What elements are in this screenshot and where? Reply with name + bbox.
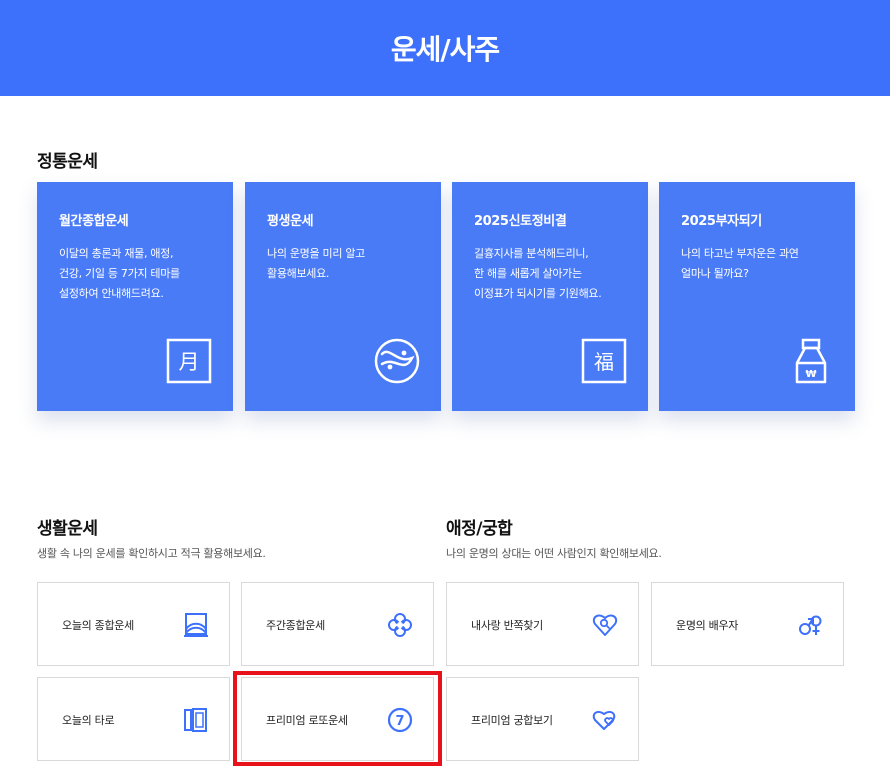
lotto-number-glyph: 7 [395, 714, 404, 729]
item-destined-spouse[interactable]: 운명의 배우자 [651, 582, 844, 666]
landscape-icon [184, 613, 208, 637]
item-label: 주간종합운세 [266, 619, 325, 632]
life-section-title: 생활운세 [37, 519, 98, 539]
traditional-section-title: 정통운세 [37, 152, 98, 172]
card-title: 2025신토정비결 [474, 214, 567, 229]
love-section-desc: 나의 운명의 상대는 어떤 사람인지 확인해보세요. [446, 547, 662, 560]
clover-icon [388, 613, 412, 637]
item-label: 오늘의 타로 [62, 714, 115, 727]
page-title: 운세/사주 [390, 33, 500, 66]
tarot-cards-icon [184, 708, 207, 732]
fortune-char-glyph: 福 [594, 350, 614, 374]
card-lifetime-fortune[interactable]: 평생운세 나의 운명을 미리 알고 활용해보세요. [245, 182, 441, 411]
love-section-title: 애정/궁합 [446, 519, 513, 539]
fortune-char-icon: 福 [581, 338, 627, 384]
item-today-fortune[interactable]: 오늘의 종합운세 [37, 582, 230, 666]
card-title: 평생운세 [267, 214, 314, 229]
card-desc: 이달의 총론과 재물, 애정, 건강, 기일 등 7가지 테마를 설정하여 안내… [59, 247, 180, 300]
yin-yang-icon [374, 338, 420, 384]
money-bag-icon: ₩ [795, 338, 827, 384]
item-today-tarot[interactable]: 오늘의 타로 [37, 677, 230, 761]
item-weekly-fortune[interactable]: 주간종합운세 [241, 582, 434, 666]
card-get-rich[interactable]: 2025부자되기 나의 타고난 부자운은 과연 얼마나 될까요? ₩ [659, 182, 855, 411]
item-label: 운명의 배우자 [676, 619, 739, 632]
card-desc: 나의 운명을 미리 알고 활용해보세요. [267, 247, 365, 280]
page-header: 운세/사주 [0, 0, 890, 96]
card-desc: 길흉지사를 분석해드리니, 한 해를 새롭게 살아가는 이정표가 되시기를 기원… [474, 247, 602, 300]
life-section-desc: 생활 속 나의 운세를 확인하시고 적극 활용해보세요. [37, 547, 266, 560]
card-tojeong[interactable]: 2025신토정비결 길흉지사를 분석해드리니, 한 해를 새롭게 살아가는 이정… [452, 182, 648, 411]
double-heart-icon [592, 710, 616, 730]
item-label: 프리미엄 궁합보기 [471, 714, 553, 727]
card-desc: 나의 타고난 부자운은 과연 얼마나 될까요? [681, 247, 799, 280]
item-find-soulmate[interactable]: 내사랑 반쪽찾기 [446, 582, 639, 666]
item-label: 내사랑 반쪽찾기 [471, 619, 543, 632]
card-title: 월간종합운세 [59, 214, 129, 229]
moon-char-icon: 月 [166, 338, 212, 384]
moon-char-glyph: 月 [179, 350, 200, 374]
item-premium-compatibility[interactable]: 프리미엄 궁합보기 [446, 677, 639, 761]
heart-search-icon [592, 614, 618, 636]
item-label: 프리미엄 로또운세 [266, 714, 348, 727]
lotto-ball-icon: 7 [387, 707, 413, 733]
card-monthly-fortune[interactable]: 월간종합운세 이달의 총론과 재물, 애정, 건강, 기일 등 7가지 테마를 … [37, 182, 233, 411]
item-label: 오늘의 종합운세 [62, 619, 134, 632]
card-title: 2025부자되기 [681, 214, 762, 229]
won-sign-glyph: ₩ [805, 369, 816, 380]
gender-symbols-icon [799, 615, 822, 635]
item-premium-lotto[interactable]: 프리미엄 로또운세 7 [241, 677, 434, 761]
